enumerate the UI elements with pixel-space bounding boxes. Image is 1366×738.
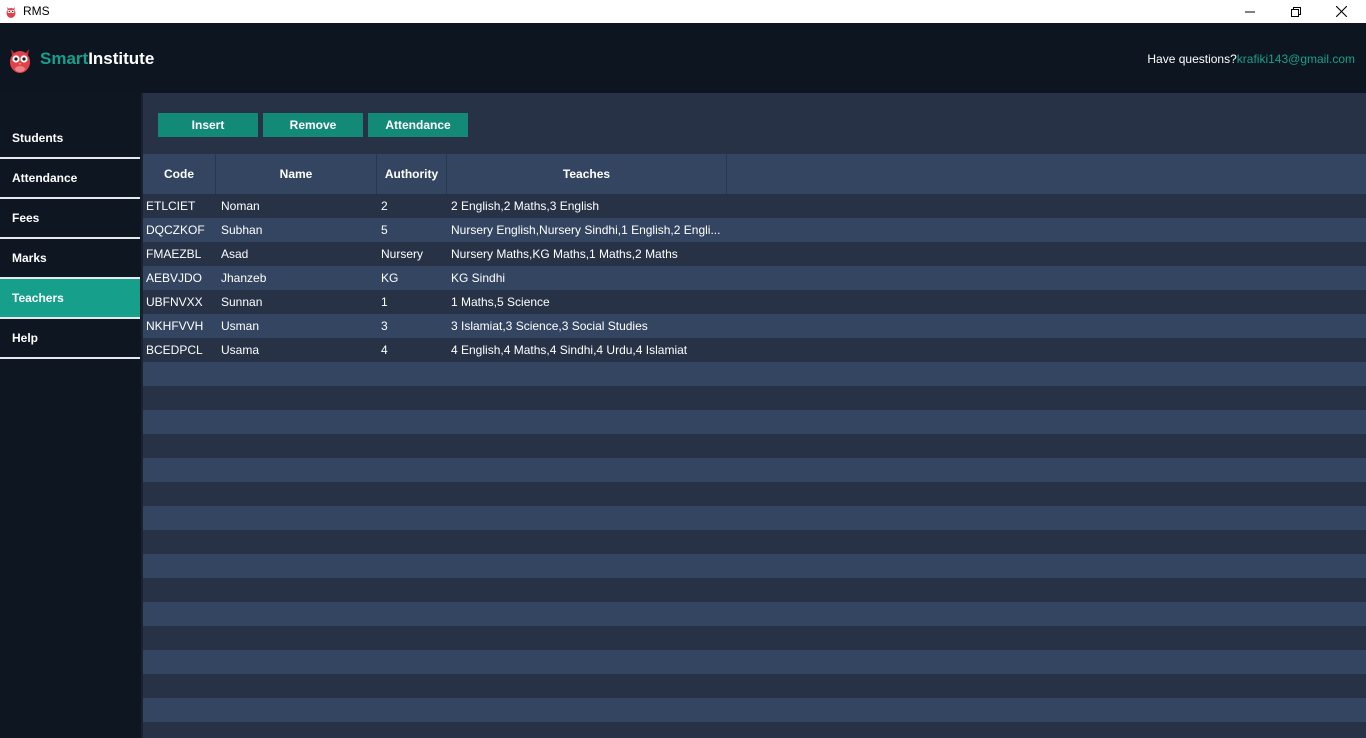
empty-table-row[interactable]	[143, 386, 1366, 410]
empty-table-row[interactable]	[143, 362, 1366, 386]
remove-button[interactable]: Remove	[263, 113, 363, 137]
sidebar-item-fees[interactable]: Fees	[0, 199, 140, 239]
empty-table-row[interactable]	[143, 410, 1366, 434]
window-title: RMS	[23, 4, 50, 18]
cell-authority: 1	[381, 295, 388, 309]
cell-teaches: Nursery Maths,KG Maths,1 Maths,2 Maths	[451, 247, 678, 261]
brand-smart: Smart	[40, 49, 89, 68]
sidebar-item-label: Help	[12, 331, 39, 345]
cell-code: ETLCIET	[146, 199, 196, 213]
sidebar-item-label: Marks	[12, 251, 47, 265]
column-header-authority[interactable]: Authority	[377, 154, 447, 194]
cell-teaches: 3 Islamiat,3 Science,3 Social Studies	[451, 319, 648, 333]
sidebar-item-label: Fees	[12, 211, 40, 225]
empty-table-row[interactable]	[143, 530, 1366, 554]
table-row[interactable]: ETLCIET Noman 2 2 English,2 Maths,3 English	[143, 194, 1366, 218]
sidebar-item-label: Students	[12, 131, 64, 145]
attendance-button[interactable]: Attendance	[368, 113, 468, 137]
help-email-link[interactable]: krafiki143@gmail.com	[1237, 52, 1355, 66]
table-body: ETLCIET Noman 2 2 English,2 Maths,3 English…	[143, 194, 1366, 722]
cell-code: UBFNVXX	[146, 295, 203, 309]
cell-authority: 4	[381, 343, 388, 357]
empty-table-row[interactable]	[143, 506, 1366, 530]
teachers-table: Code Name Authority Teaches ETLCIET Noman…	[143, 154, 1366, 722]
restore-icon	[1291, 6, 1301, 17]
brand-logo: SmartInstitute	[40, 49, 154, 69]
cell-teaches: KG Sindhi	[451, 271, 506, 285]
cell-teaches: 2 English,2 Maths,3 English	[451, 199, 600, 213]
sidebar-item-marks[interactable]: Marks	[0, 239, 140, 279]
cell-teaches: Nursery English,Nursery Sindhi,1 English…	[451, 223, 721, 237]
brand-institute: Institute	[88, 49, 155, 68]
cell-name: Asad	[221, 247, 249, 261]
empty-table-row[interactable]	[143, 602, 1366, 626]
empty-table-row[interactable]	[143, 650, 1366, 674]
close-button[interactable]	[1318, 0, 1364, 23]
sidebar-item-label: Teachers	[12, 291, 64, 305]
cell-code: NKHFVVH	[146, 319, 204, 333]
cell-code: AEBVJDO	[146, 271, 203, 285]
column-header-teaches[interactable]: Teaches	[447, 154, 727, 194]
cell-name: Sunnan	[221, 295, 263, 309]
table-header: Code Name Authority Teaches	[143, 154, 1366, 194]
empty-table-row[interactable]	[143, 626, 1366, 650]
cell-code: DQCZKOF	[146, 223, 205, 237]
table-row[interactable]: DQCZKOF Subhan 5 Nursery English,Nursery Si…	[143, 218, 1366, 242]
cell-authority: 2	[381, 199, 388, 213]
cell-code: FMAEZBL	[146, 247, 202, 261]
cell-teaches: 4 English,4 Maths,4 Sindhi,4 Urdu,4 Isla…	[451, 343, 688, 357]
owl-logo-icon	[10, 49, 30, 73]
empty-table-row[interactable]	[143, 674, 1366, 698]
sidebar-item-attendance[interactable]: Attendance	[0, 159, 140, 199]
close-icon	[1335, 6, 1347, 17]
sidebar: Students Attendance Fees Marks Teachers …	[0, 93, 141, 738]
sidebar-item-teachers[interactable]: Teachers	[0, 279, 140, 319]
sidebar-item-help[interactable]: Help	[0, 319, 140, 359]
column-header-name[interactable]: Name	[216, 154, 377, 194]
app-header: SmartInstitute Have questions?krafiki143…	[0, 23, 1366, 93]
cell-name: Jhanzeb	[221, 271, 267, 285]
empty-table-row[interactable]	[143, 554, 1366, 578]
cell-name: Noman	[221, 199, 260, 213]
table-row[interactable]: AEBVJDO Jhanzeb KG KG Sindhi	[143, 266, 1366, 290]
minimize-button[interactable]	[1227, 0, 1273, 23]
title-bar: RMS	[0, 0, 1366, 23]
cell-name: Subhan	[221, 223, 263, 237]
table-row[interactable]: FMAEZBL Asad Nursery Nursery Maths,KG Maths…	[143, 242, 1366, 266]
empty-table-row[interactable]	[143, 458, 1366, 482]
table-row[interactable]: NKHFVVH Usman 3 3 Islamiat,3 Science,3 Soci…	[143, 314, 1366, 338]
sidebar-item-label: Attendance	[12, 171, 78, 185]
cell-code: BCEDPCL	[146, 343, 203, 357]
insert-button[interactable]: Insert	[158, 113, 258, 137]
empty-table-row[interactable]	[143, 434, 1366, 458]
minimize-icon	[1245, 11, 1255, 12]
empty-table-row[interactable]	[143, 578, 1366, 602]
table-row[interactable]: BCEDPCL Usama 4 4 English,4 Maths,4 Sindhi,…	[143, 338, 1366, 362]
main-panel: Insert Remove Attendance Code Name Autho…	[141, 93, 1366, 738]
help-contact: Have questions?krafiki143@gmail.com	[1147, 52, 1355, 66]
cell-authority: Nursery	[381, 247, 424, 261]
sidebar-item-students[interactable]: Students	[0, 119, 140, 159]
help-prefix: Have questions?	[1147, 52, 1237, 66]
cell-teaches: 1 Maths,5 Science	[451, 295, 550, 309]
owl-icon	[6, 7, 16, 18]
restore-button[interactable]	[1273, 0, 1319, 23]
cell-authority: 5	[381, 223, 388, 237]
cell-name: Usama	[221, 343, 260, 357]
cell-authority: 3	[381, 319, 388, 333]
empty-table-row[interactable]	[143, 698, 1366, 722]
table-row[interactable]: UBFNVXX Sunnan 1 1 Maths,5 Science	[143, 290, 1366, 314]
cell-authority: KG	[381, 271, 399, 285]
empty-table-row[interactable]	[143, 482, 1366, 506]
cell-name: Usman	[221, 319, 260, 333]
column-header-code[interactable]: Code	[143, 154, 216, 194]
